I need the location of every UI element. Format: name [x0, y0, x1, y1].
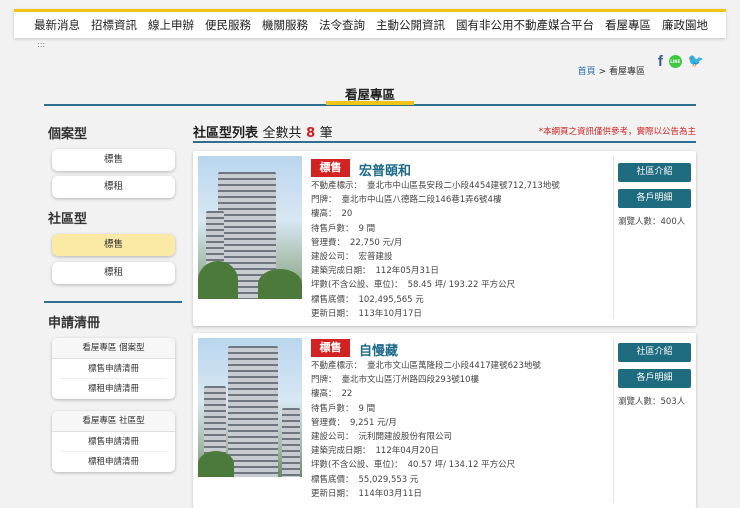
sale-tag: 標售 [311, 339, 350, 357]
nav-housing[interactable]: 看屋專區 [605, 17, 651, 33]
list-title-text: 社區型列表 [193, 126, 259, 141]
sidebar-case-sale-button[interactable]: 標售 [52, 149, 175, 171]
view-count: 瀏覽人數：503人 [618, 397, 686, 407]
apply-group-case: 看屋專區 個案型 標售申請清冊 標租申請清冊 [52, 338, 175, 399]
building-photo[interactable] [198, 338, 302, 477]
breadcrumb-current: 看屋專區 [608, 67, 645, 77]
address-value: 臺北市中山區八德路二段146巷1弄6號4樓 [341, 195, 502, 206]
completion-value: 112年05月31日 [375, 266, 439, 277]
sidebar-heading-apply: 申請清冊 [48, 316, 101, 331]
sidebar-community-rent-button[interactable]: 標租 [52, 262, 175, 284]
list-count: 8 [306, 126, 316, 141]
list-count-suffix: 筆 [319, 126, 333, 141]
address-value: 臺北市文山區汀州路四段293號10樓 [341, 375, 480, 386]
apply-community-rent-link[interactable]: 標租申請清冊 [60, 452, 167, 472]
line-icon[interactable]: LINE [668, 55, 682, 68]
area-value: 40.57 坪/ 134.12 平方公尺 [407, 460, 516, 471]
apply-group-case-header[interactable]: 看屋專區 個案型 [52, 338, 175, 359]
sidebar-heading-case: 個案型 [48, 127, 88, 142]
apply-case-sale-link[interactable]: 標售申請清冊 [60, 359, 167, 379]
land-value: 臺北市中山區長安段二小段4454建號712,713地號 [367, 181, 560, 191]
area-value: 58.45 坪/ 193.22 平方公尺 [407, 280, 516, 291]
view-count: 瀏覽人數：400人 [618, 217, 686, 227]
list-title: 社區型列表 全數共 8 筆 [193, 122, 333, 141]
nav-law[interactable]: 法令查詢 [319, 17, 365, 33]
fee-value: 22,750 元/月 [350, 237, 403, 248]
sidebar-community-sale-button[interactable]: 標售 [52, 234, 175, 256]
nav-news[interactable]: 最新消息 [34, 17, 80, 33]
unit-details-button[interactable]: 各戶明細 [618, 189, 691, 208]
price-value: 55,029,553 元 [358, 474, 419, 485]
pending-value: 9 間 [358, 403, 376, 414]
accesskey-dots[interactable]: ::: [37, 40, 45, 49]
apply-group-community-header[interactable]: 看屋專區 社區型 [52, 411, 175, 432]
title-accent-bar [326, 101, 414, 105]
nav-platform[interactable]: 國有非公用不動產媒合平台 [456, 17, 594, 33]
listing-card: 標售 宏普頤和 不動產標示： 臺北市中山區長安段二小段4454建號712,713地… [193, 151, 696, 326]
land-value: 臺北市文山區萬隆段二小段4417建號623地號 [367, 361, 541, 371]
top-nav: 最新消息 招標資訊 線上申辦 便民服務 機關服務 法令查詢 主動公開資訊 國有非… [14, 9, 726, 38]
sidebar-heading-community: 社區型 [48, 212, 88, 227]
disclaimer-notice: *本網頁之資訊僅供參考，實際以公告為主 [538, 127, 696, 137]
list-count-prefix: 全數共 [262, 126, 302, 141]
floors-value: 20 [341, 209, 353, 220]
breadcrumb: 首頁 > 看屋專區 [578, 64, 645, 77]
sidebar-divider [44, 301, 182, 303]
list-divider [193, 141, 696, 143]
breadcrumb-separator: > [598, 67, 607, 77]
building-photo[interactable] [198, 156, 302, 299]
fee-value: 9,251 元/月 [350, 417, 397, 428]
listing-info: 不動產標示： 臺北市文山區萬隆段二小段4417建號623地號 門牌： 臺北市文山區汀… [311, 361, 541, 499]
floors-value: 22 [341, 389, 353, 400]
apply-group-community: 看屋專區 社區型 標售申請清冊 標租申請清冊 [52, 411, 175, 472]
unit-details-button[interactable]: 各戶明細 [618, 369, 691, 388]
nav-tender[interactable]: 招標資訊 [91, 17, 137, 33]
community-intro-button[interactable]: 社區介紹 [618, 343, 691, 362]
nav-disclosure[interactable]: 主動公開資訊 [376, 17, 445, 33]
card-divider [613, 338, 614, 503]
completion-value: 112年04月20日 [375, 446, 439, 457]
nav-integrity[interactable]: 廉政園地 [662, 17, 708, 33]
community-name[interactable]: 宏普頤和 [359, 160, 411, 179]
nav-online[interactable]: 線上申辦 [148, 17, 194, 33]
facebook-icon[interactable]: f [658, 53, 663, 70]
community-name[interactable]: 自慢藏 [359, 340, 398, 359]
updated-value: 113年10月17日 [358, 308, 422, 319]
pending-value: 9 間 [358, 223, 376, 234]
card-divider [613, 156, 614, 319]
builder-value: 沅利開建設股份有限公司 [358, 432, 453, 443]
sale-tag: 標售 [311, 159, 350, 177]
apply-community-sale-link[interactable]: 標售申請清冊 [60, 432, 167, 452]
nav-agency[interactable]: 機關服務 [262, 17, 308, 33]
twitter-icon[interactable]: 🐦 [688, 54, 704, 69]
social-share: f LINE 🐦 [658, 53, 704, 70]
community-intro-button[interactable]: 社區介紹 [618, 163, 691, 182]
listing-card: 標售 自慢藏 不動產標示： 臺北市文山區萬隆段二小段4417建號623地號 門牌：… [193, 333, 696, 508]
sidebar-case-rent-button[interactable]: 標租 [52, 176, 175, 198]
nav-service[interactable]: 便民服務 [205, 17, 251, 33]
listing-info: 不動產標示： 臺北市中山區長安段二小段4454建號712,713地號 門牌： 臺北市… [311, 181, 560, 319]
updated-value: 114年03月11日 [358, 488, 422, 499]
apply-case-rent-link[interactable]: 標租申請清冊 [60, 379, 167, 399]
builder-value: 宏普建設 [358, 252, 393, 263]
breadcrumb-home[interactable]: 首頁 [578, 67, 596, 77]
price-value: 102,495,565 元 [358, 294, 424, 305]
